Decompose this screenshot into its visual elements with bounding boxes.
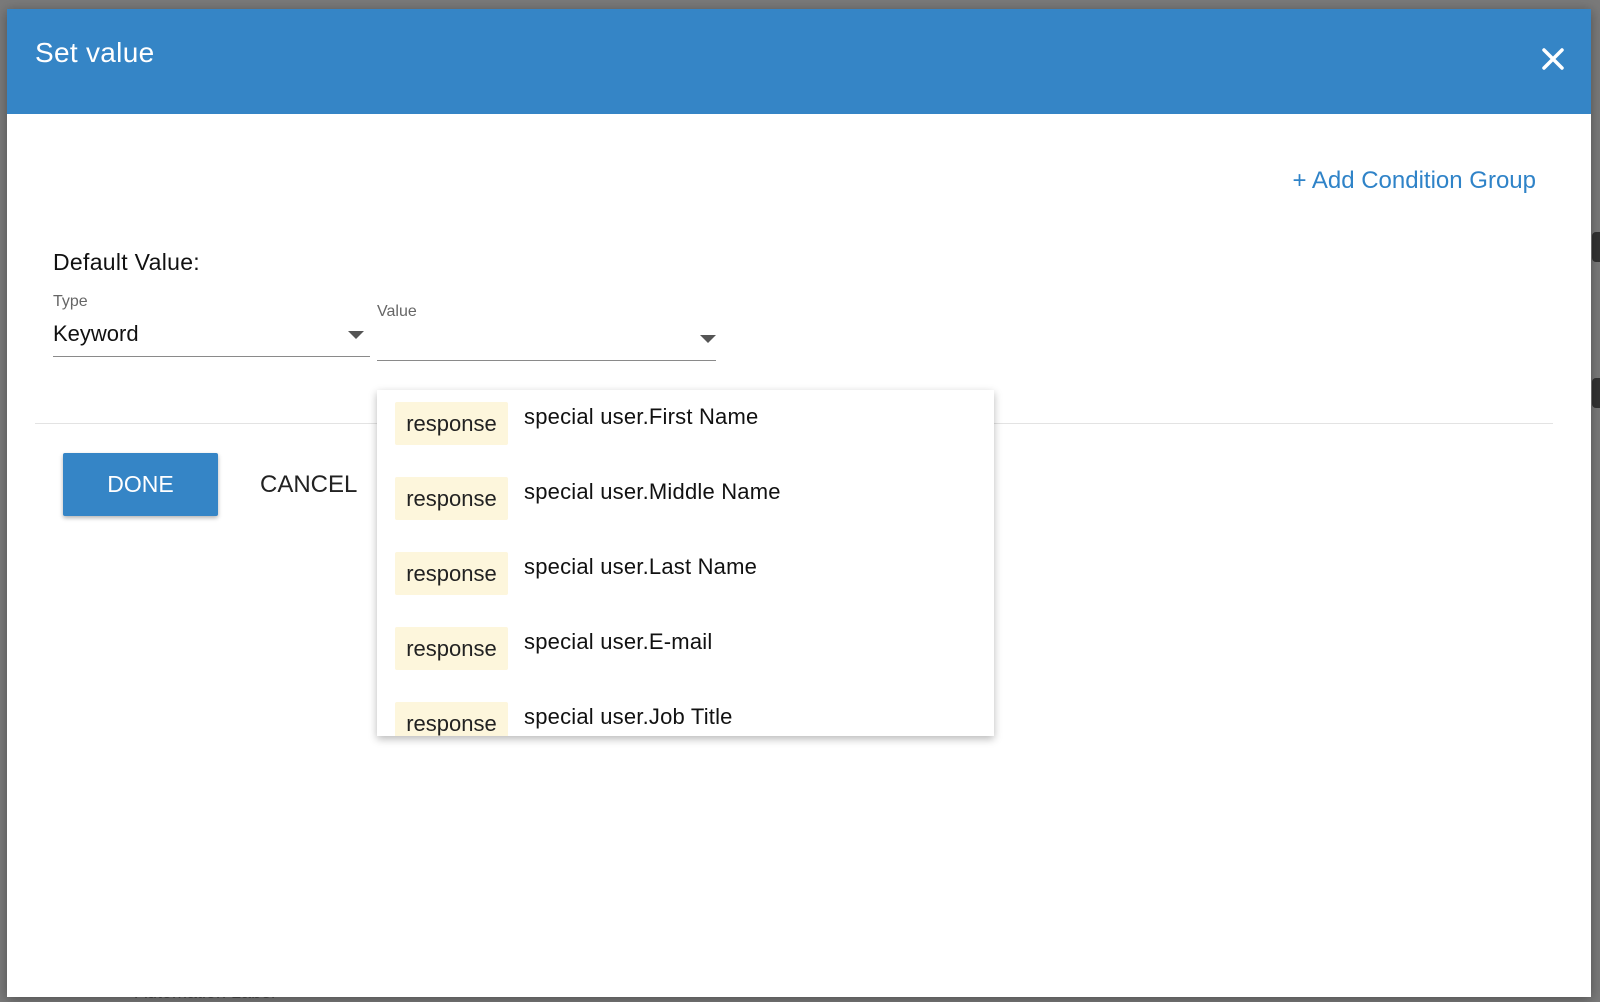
type-select[interactable]: Type Keyword (53, 293, 370, 357)
value-select[interactable]: Value (377, 303, 716, 361)
dropdown-item-label: special user.E-mail (524, 629, 713, 654)
chevron-down-icon (700, 335, 716, 343)
background-scroll-chip (1592, 378, 1600, 408)
dropdown-item-last-name[interactable]: response special user.Last Name (377, 540, 994, 610)
add-condition-group-link[interactable]: + Add Condition Group (1292, 167, 1536, 195)
response-tag: response (395, 402, 508, 445)
response-tag: response (395, 627, 508, 670)
background-scroll-chip (1592, 232, 1600, 262)
dropdown-item-label: special user.First Name (524, 404, 759, 429)
dropdown-item-label: special user.Middle Name (524, 479, 781, 504)
close-icon[interactable] (1537, 43, 1569, 75)
value-label: Value (377, 303, 417, 320)
set-value-dialog: Set value + Add Condition Group Default … (7, 9, 1591, 997)
dialog-title: Set value (35, 37, 155, 68)
dropdown-item-label: special user.Job Title (524, 704, 733, 729)
cancel-button[interactable]: CANCEL (248, 453, 369, 516)
response-tag: response (395, 702, 508, 736)
dialog-header: Set value (7, 9, 1591, 114)
type-value: Keyword (53, 321, 139, 346)
default-value-heading: Default Value: (53, 249, 200, 275)
value-dropdown-menu: response special user.First Name respons… (377, 390, 994, 736)
dropdown-item-label: special user.Last Name (524, 554, 758, 579)
response-tag: response (395, 477, 508, 520)
dropdown-item-email[interactable]: response special user.E-mail (377, 615, 994, 685)
dropdown-item-first-name[interactable]: response special user.First Name (377, 390, 994, 460)
value-underline (377, 360, 716, 361)
done-button[interactable]: DONE (63, 453, 218, 516)
response-tag: response (395, 552, 508, 595)
type-label: Type (53, 293, 88, 310)
dropdown-item-middle-name[interactable]: response special user.Middle Name (377, 465, 994, 535)
type-underline (53, 356, 370, 357)
dropdown-item-job-title[interactable]: response special user.Job Title (377, 690, 994, 736)
chevron-down-icon (348, 331, 364, 339)
